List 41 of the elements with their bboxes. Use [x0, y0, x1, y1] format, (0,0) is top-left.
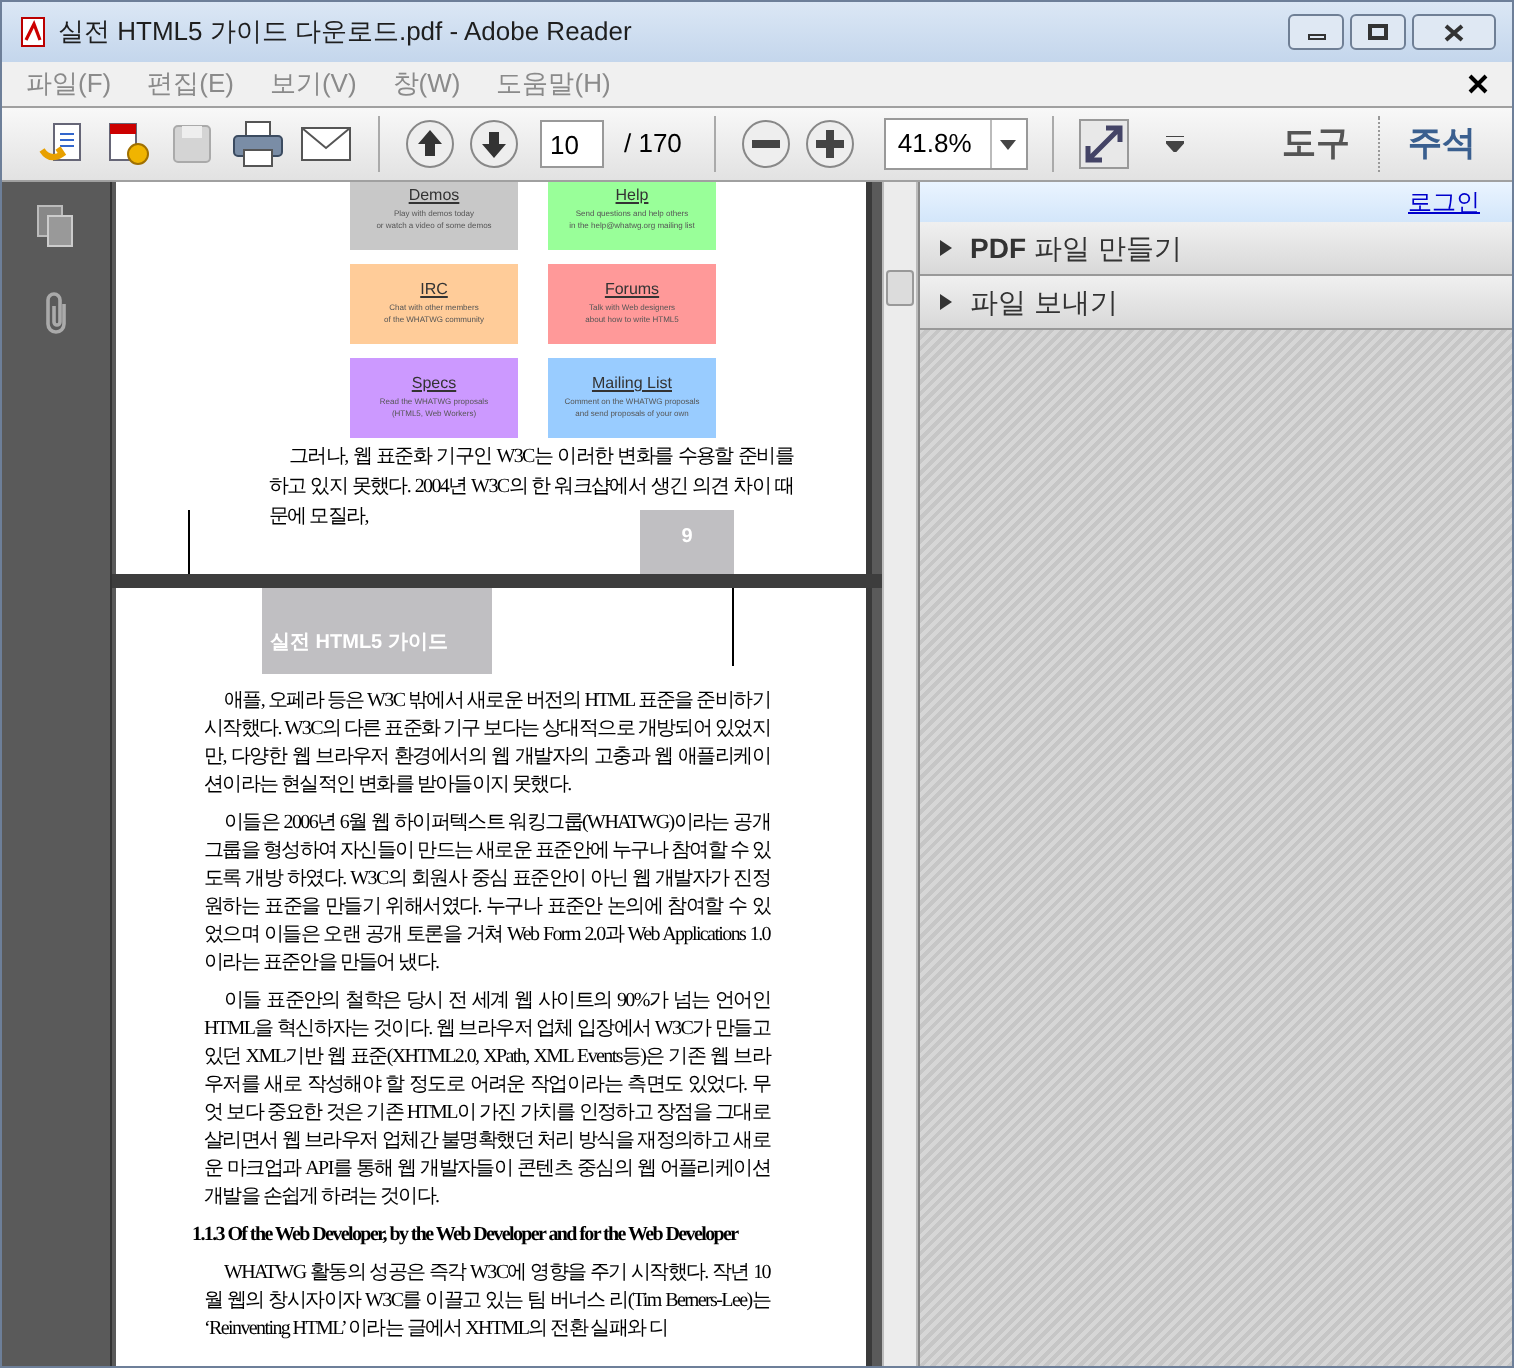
page-number: 9 — [681, 524, 693, 552]
pdf-file-icon — [18, 16, 50, 48]
close-icon — [1444, 23, 1464, 41]
close-icon[interactable] — [1468, 74, 1488, 94]
print-icon[interactable] — [230, 118, 286, 170]
scrollbar-thumb[interactable] — [886, 270, 914, 306]
caret-icon[interactable] — [1165, 136, 1184, 152]
window-title: 실전 HTML5 가이드 다운로드.pdf - Adobe Reader — [58, 14, 632, 51]
paragraph: 이들 표준안의 철학은 당시 전 세계 웹 사이트의 90%가 넘는 언어인 HTML을 혁신하자는 것이다. 웹 브라우저 업체 입장에서 W3C가 만들고 있던 XML기반 웹 표준(XHTML2.0, XPath, XML Events등)은 기존 웹 브라우저를 새로 작성해야 할 정도로 어려운 작업이라는 측면도 있었다. 무엇 보다 중요한 것은 기존 HTML이 가진 가치를 인정하고 장점을 그대로 살리면서 웹 브라우저 업체간 불명확했던 처리 방식을 재정의하고 새로운 마크업과 API를 통해 웹 개발자들이 콘텐츠 중심의 웹 어플리케이션 개발을 손쉽게 하려는 것이다. — [204, 988, 770, 1212]
page-total: / 170 — [622, 126, 684, 163]
panel-tab[interactable]: 도구 — [1282, 118, 1350, 170]
zoom-dropdown[interactable]: 41.8% — [883, 118, 1028, 170]
section-header[interactable]: 파일 보내기 — [920, 276, 1512, 330]
box-title: Specs — [411, 376, 457, 392]
maximize-button[interactable] — [1350, 14, 1406, 50]
expand-arrows-icon[interactable] — [1077, 118, 1130, 170]
close-button[interactable] — [1412, 14, 1496, 50]
scrollbar[interactable] — [882, 182, 918, 1366]
paragraph: WHATWG 활동의 성공은 즉각 W3C에 영향을 주기 시작했다. 작년 10월 웹의 창시자이자 W3C를 이끌고 있는 팀 버너스 리(Tim Berners-Lee)는 ‘Reinventing HTML’ 이라는 글에서 XHTML의 전환 실패와 디 — [204, 1260, 770, 1344]
page-number-field[interactable]: 10 — [540, 120, 604, 168]
pages-icon[interactable] — [34, 202, 78, 250]
paragraph: 이들은 2006년 6월 웹 하이퍼텍스트 워킹그룹(WHATWG)이라는 공개 그룹을 형성하여 자신들이 만드는 새로운 표준안에 누구나 참여할 수 있도록 개방 하였다. W3C의 회원사 중심 표준안이 아닌 웹 개발자가 진정 원하는 표준을 만들기 위해서였다. 누구나 표준안 논의에 참여할 수 있었으며 이들은 오랜 공개 토론을 거쳐 Web Form 2.0과 Web Applications 1.0이라는 표준안을 만들어 냈다. — [204, 810, 770, 978]
box-title: Help — [615, 188, 649, 204]
running-header: 실전 HTML5 가이드 — [270, 630, 448, 658]
panel-tab[interactable]: 주석 — [1408, 118, 1476, 170]
zoom-out-icon[interactable] — [739, 118, 792, 170]
box-title: Demos — [408, 188, 460, 204]
envelope-icon[interactable] — [298, 122, 354, 166]
zoom-in-icon[interactable] — [803, 118, 856, 170]
minimize-button[interactable] — [1288, 14, 1344, 50]
login-link[interactable]: 로그인 — [1408, 184, 1480, 220]
paragraph: 애플, 오페라 등은 W3C 밖에서 새로운 버전의 HTML 표준을 준비하기 시작했다. W3C의 다른 표준화 기구 보다는 상대적으로 개방되어 있었지만, 다양한 웹 브라우저 환경에서의 웹 개발자의 고충과 웹 애플리케이션이라는 현실적인 변화를 받아들이지 못했다. — [204, 688, 770, 800]
section-header[interactable]: PDF 파일 만들기 — [920, 222, 1512, 276]
arrow-up-icon[interactable] — [404, 118, 456, 170]
caret-icon — [1000, 139, 1017, 149]
paragraph: 그러나, 웹 표준화 기구인 W3C는 이러한 변화를 수용할 준비를 하고 있지 못했다. 2004년 W3C의 한 워크샵에서 생긴 의견 차이 때문에 모질라, — [269, 444, 793, 528]
box-title: IRC — [420, 282, 448, 298]
box-title: Forums — [604, 282, 660, 298]
box-title: Mailing List — [591, 376, 672, 392]
section-heading: 1.1.3 Of the Web Developer, by the Web Developer and for the Web Developer — [192, 1222, 741, 1250]
arrow-down-icon[interactable] — [468, 118, 520, 170]
